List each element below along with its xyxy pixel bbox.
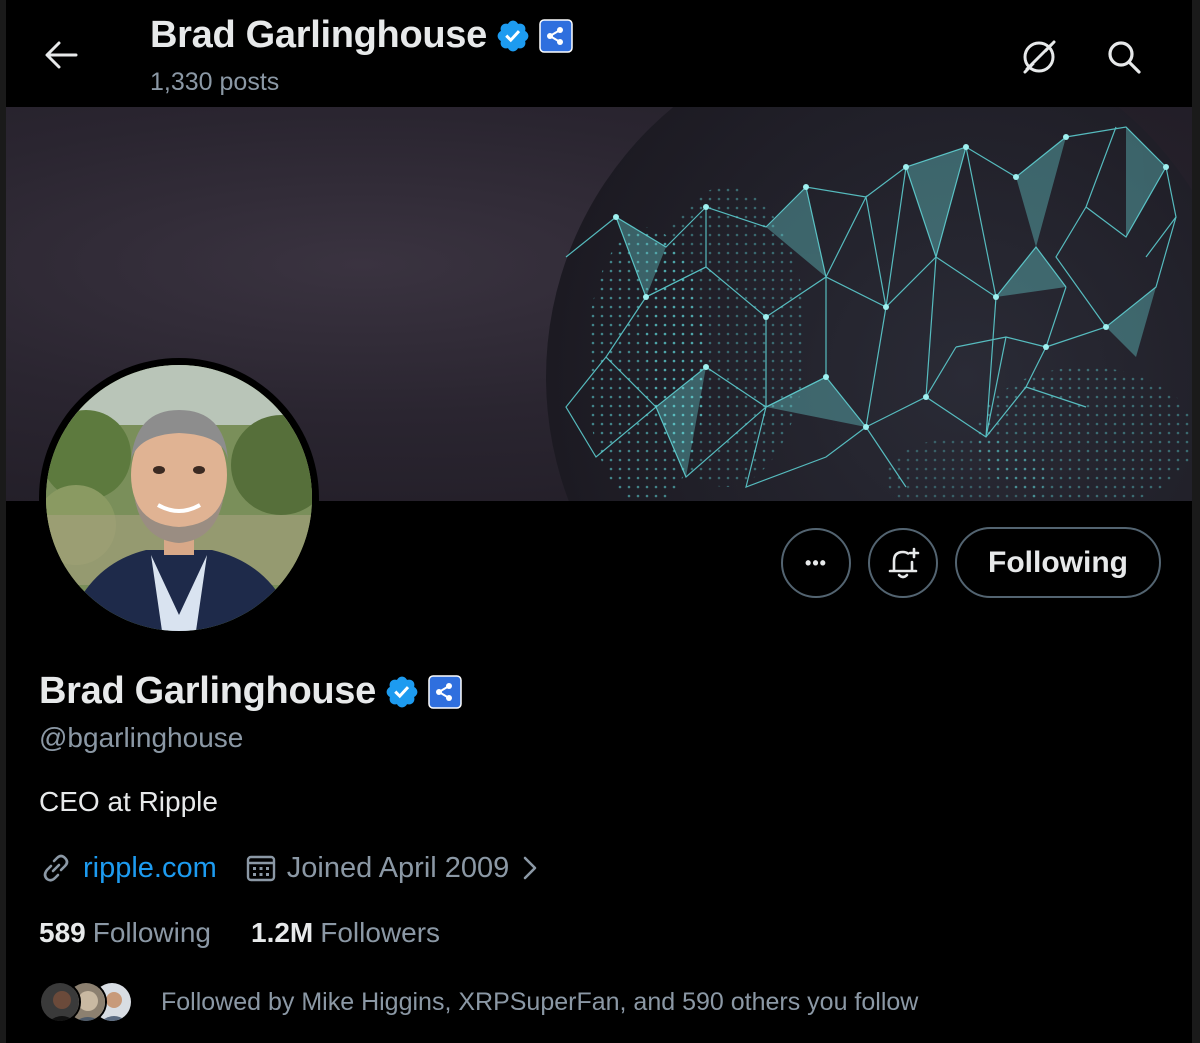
avatar-portrait-illustration	[46, 365, 312, 631]
verified-badge-icon[interactable]	[384, 674, 420, 710]
profile-name: Brad Garlinghouse	[39, 670, 376, 712]
search-icon	[1108, 41, 1141, 74]
follow-stats: 589 Following 1.2M Followers	[39, 917, 440, 949]
ripple-org-badge-icon[interactable]	[428, 674, 462, 709]
calendar-icon	[246, 855, 275, 882]
profile-meta-row: ripple.com Joined April 2009	[39, 851, 541, 885]
back-button[interactable]	[38, 32, 84, 78]
grok-icon	[1023, 40, 1056, 74]
followers-count: 1.2M	[251, 917, 314, 948]
header-posts-count: 1,330 posts	[150, 68, 280, 96]
chevron-right-icon[interactable]	[519, 854, 541, 882]
following-stat[interactable]: 589 Following	[39, 917, 211, 949]
ripple-org-badge-icon	[539, 18, 573, 53]
profile-avatar[interactable]	[39, 358, 319, 638]
bell-plus-icon	[888, 547, 920, 579]
header-title-row: Brad Garlinghouse	[150, 14, 573, 57]
header-title: Brad Garlinghouse	[150, 14, 487, 56]
follower-avatar	[39, 981, 81, 1023]
following-button[interactable]: Following	[955, 527, 1161, 598]
avatar-photo	[46, 365, 312, 631]
website-link[interactable]: ripple.com	[83, 852, 217, 885]
profile-handle: @bgarlinghouse	[39, 722, 244, 753]
followers-label: Followers	[320, 917, 441, 948]
following-count: 589	[39, 917, 86, 948]
arrow-left-icon	[45, 41, 78, 69]
more-options-button[interactable]: •••	[781, 528, 851, 598]
search-button[interactable]	[1101, 34, 1147, 80]
following-label: Following	[92, 917, 211, 948]
verified-badge-icon	[497, 20, 529, 51]
followers-stat[interactable]: 1.2M Followers	[251, 917, 440, 949]
followed-by-text: Followed by Mike Higgins, XRPSuperFan, a…	[161, 987, 919, 1016]
link-icon	[43, 854, 69, 882]
window-frame-right	[1192, 0, 1200, 1043]
profile-bio: CEO at Ripple	[39, 786, 218, 817]
grok-button[interactable]	[1016, 34, 1062, 80]
more-options-label: •••	[805, 552, 827, 573]
joined-date[interactable]: Joined April 2009	[287, 852, 510, 885]
followed-by-row[interactable]: Followed by Mike Higgins, XRPSuperFan, a…	[39, 981, 918, 1023]
profile-name-row: Brad Garlinghouse	[39, 670, 462, 713]
profile-header-bar: Brad Garlinghouse 1,330 posts	[6, 0, 1192, 107]
notifications-button[interactable]	[868, 528, 938, 598]
